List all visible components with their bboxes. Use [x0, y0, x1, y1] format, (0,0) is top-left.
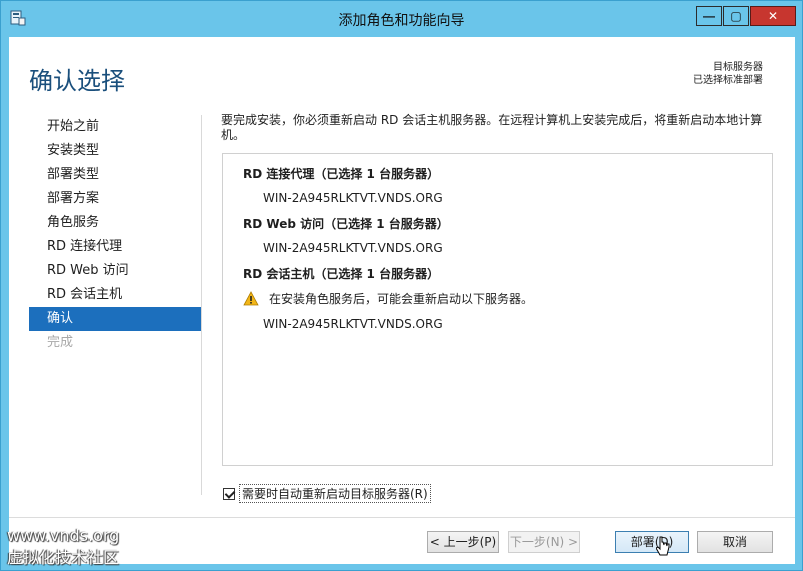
nav-item-rd-web-access[interactable]: RD Web 访问 — [29, 259, 201, 283]
previous-button[interactable]: < 上一步(P) — [427, 531, 499, 553]
restart-warning: 在安装角色服务后，可能会重新启动以下服务器。 — [243, 286, 533, 312]
nav-item-deployment-scenario[interactable]: 部署方案 — [29, 187, 201, 211]
warning-text: 在安装角色服务后，可能会重新启动以下服务器。 — [269, 292, 534, 306]
section-heading: RD 会话主机（已选择 1 台服务器） — [243, 267, 440, 281]
mouse-cursor-icon — [656, 536, 670, 556]
cancel-button[interactable]: 取消 — [697, 531, 773, 553]
footer-divider — [9, 517, 795, 518]
nav-item-role-services[interactable]: 角色服务 — [29, 211, 201, 235]
selection-summary: RD 连接代理（已选择 1 台服务器） WIN-2A945RLKTVT.VNDS… — [222, 153, 773, 466]
maximize-button[interactable]: ▢ — [723, 6, 749, 26]
nav-divider — [201, 115, 202, 495]
nav-item-rd-session-host[interactable]: RD 会话主机 — [29, 283, 201, 307]
section-heading: RD 连接代理（已选择 1 台服务器） — [243, 167, 440, 181]
restart-option[interactable]: 需要时自动重新启动目标服务器(R) — [223, 484, 431, 503]
page-title: 确认选择 — [29, 67, 125, 95]
server-name: WIN-2A945RLKTVT.VNDS.ORG — [263, 317, 443, 331]
wizard-window: 添加角色和功能向导 — ▢ ✕ 确认选择 目标服务器 已选择标准部署 开始之前 … — [0, 0, 803, 571]
minimize-button[interactable]: — — [696, 6, 722, 26]
nav-item-installation-type[interactable]: 安装类型 — [29, 139, 201, 163]
warning-icon — [243, 291, 259, 306]
target-server-label: 目标服务器 — [713, 62, 763, 73]
nav-item-confirmation[interactable]: 确认 — [29, 307, 201, 331]
next-button: 下一步(N) > — [508, 531, 580, 553]
nav-item-results: 完成 — [47, 335, 74, 350]
server-name: WIN-2A945RLKTVT.VNDS.ORG — [263, 241, 443, 255]
target-server-value: 已选择标准部署 — [693, 75, 763, 86]
wizard-nav: 开始之前 安装类型 部署类型 部署方案 角色服务 RD 连接代理 RD Web … — [29, 115, 201, 355]
nav-item-before-you-begin[interactable]: 开始之前 — [29, 115, 201, 139]
target-server-info: 目标服务器 已选择标准部署 — [693, 61, 763, 87]
deploy-button[interactable]: 部署(D) — [615, 531, 689, 553]
title-bar[interactable]: 添加角色和功能向导 — ▢ ✕ — [1, 1, 802, 37]
window-title: 添加角色和功能向导 — [338, 13, 465, 29]
watermark-url: www.vnds.org — [7, 526, 120, 545]
restart-checkbox[interactable] — [223, 487, 235, 500]
nav-item-deployment-type[interactable]: 部署类型 — [29, 163, 201, 187]
restart-checkbox-label[interactable]: 需要时自动重新启动目标服务器(R) — [239, 484, 431, 503]
section-heading: RD Web 访问（已选择 1 台服务器） — [243, 217, 449, 231]
intro-text: 要完成安装，你必须重新启动 RD 会话主机服务器。在远程计算机上安装完成后，将重… — [221, 113, 763, 142]
server-name: WIN-2A945RLKTVT.VNDS.ORG — [263, 191, 443, 205]
watermark: www.vnds.org 虚拟化技术社区 — [7, 525, 119, 569]
wizard-body: 确认选择 目标服务器 已选择标准部署 开始之前 安装类型 部署类型 部署方案 角… — [9, 37, 795, 564]
close-button[interactable]: ✕ — [750, 6, 796, 26]
nav-item-rd-connection-broker[interactable]: RD 连接代理 — [29, 235, 201, 259]
watermark-text: 虚拟化技术社区 — [7, 548, 120, 567]
